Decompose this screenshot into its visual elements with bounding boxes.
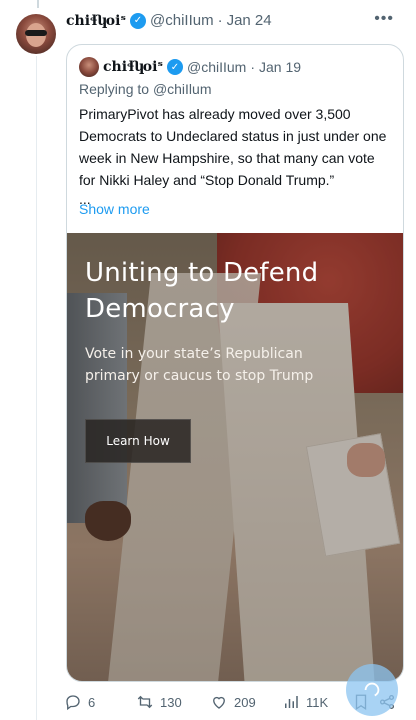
views-bar-chart-icon [285, 696, 298, 708]
quoted-header-separator: · [250, 59, 256, 75]
quoted-tweet-date: Jan 19 [259, 59, 302, 75]
tweet-header: chiɬʮoiˢ ✓ @chiIIum · Jan 24 [66, 12, 272, 29]
avatar-glasses [25, 30, 47, 36]
quoted-tweet-card[interactable]: chiɬʮoiˢ ✓ @chiIIum · Jan 19 Replying to… [66, 44, 404, 682]
verified-badge-icon: ✓ [167, 59, 183, 75]
quoted-tweet-header: chiɬʮoiˢ ✓ @chiIIum · Jan 19 [79, 57, 301, 77]
reply-count: 6 [88, 694, 96, 710]
author-name[interactable]: chiɬʮoiˢ [66, 13, 126, 29]
compose-icon [364, 682, 380, 697]
header-separator: · [217, 12, 223, 29]
thread-line [37, 0, 39, 8]
learn-how-button[interactable]: Learn How [85, 419, 191, 463]
retweet-count: 130 [160, 694, 182, 710]
ad-image[interactable]: Uniting to Defend Democracy Vote in your… [67, 233, 403, 681]
quoted-author-handle: @chiIIum [187, 59, 247, 75]
heart-icon [213, 696, 225, 709]
retweet-icon [137, 695, 153, 709]
quoted-tweet-text: PrimaryPivot has already moved over 3,50… [79, 106, 387, 188]
quoted-author-avatar [79, 57, 99, 77]
like-count: 209 [234, 694, 256, 710]
like-action[interactable]: 209 [210, 690, 256, 714]
replying-to-handle: @chiIlum [152, 81, 212, 97]
ad-subtext: Vote in your state’s Republican primary … [85, 346, 314, 384]
views-action[interactable]: 11K [282, 690, 328, 714]
author-handle[interactable]: @chiIIum [150, 12, 214, 29]
ad-headline: Uniting to Defend Democracy [85, 258, 319, 324]
reply-action[interactable]: 6 [64, 690, 95, 714]
retweet-action[interactable]: 130 [136, 690, 182, 714]
views-count: 11K [306, 694, 329, 710]
reply-icon [66, 695, 80, 711]
compose-fab-button[interactable] [346, 664, 398, 716]
tweet-date[interactable]: Jan 24 [227, 12, 272, 29]
replying-to-line: Replying to @chiIlum [79, 81, 212, 97]
show-more-link[interactable]: Show more [79, 201, 150, 217]
verified-badge-icon: ✓ [130, 12, 146, 29]
quoted-author-name: chiɬʮoiˢ [103, 59, 163, 75]
author-avatar[interactable] [16, 14, 56, 54]
more-horizontal-icon[interactable]: ••• [374, 10, 394, 28]
thread-connector [36, 56, 37, 720]
replying-prefix: Replying to [79, 81, 150, 97]
